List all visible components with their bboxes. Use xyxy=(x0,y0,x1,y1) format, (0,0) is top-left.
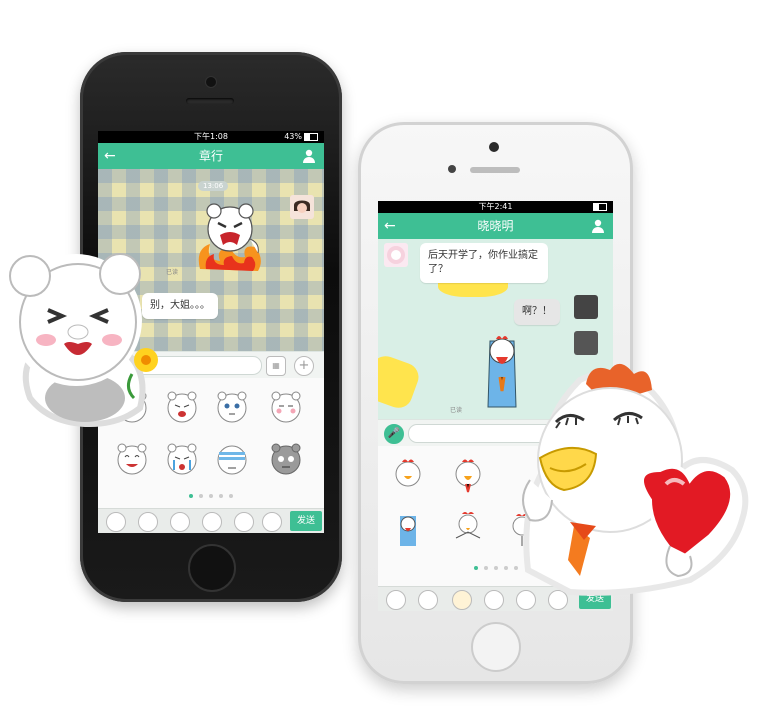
big-bear-sticker xyxy=(9,253,158,428)
status-time: 下午2:41 xyxy=(478,202,513,211)
add-icon[interactable]: + xyxy=(294,356,314,376)
emoji-tab-icon[interactable] xyxy=(106,512,126,532)
battery-icon xyxy=(304,132,318,141)
panda-tab-icon[interactable] xyxy=(484,590,504,610)
status-bar: 下午1:08 43% xyxy=(98,131,324,143)
voice-icon[interactable]: 🎤 xyxy=(384,424,404,444)
front-camera xyxy=(489,142,499,152)
home-button[interactable] xyxy=(188,544,236,592)
user-avatar[interactable] xyxy=(574,331,598,355)
keyboard-icon[interactable]: ▦ xyxy=(266,356,286,376)
rooster-sticker[interactable] xyxy=(448,510,488,550)
nav-bar: ← 章行 xyxy=(98,143,324,169)
status-time: 下午1:08 xyxy=(194,132,228,141)
bear-sticker[interactable] xyxy=(212,438,252,478)
status-bar: 下午2:41 xyxy=(378,201,613,213)
profile-icon[interactable] xyxy=(591,219,605,233)
lemon-decoration xyxy=(378,352,423,412)
front-camera xyxy=(205,76,217,88)
page-indicator xyxy=(98,494,324,498)
chat-title: 晓晓明 xyxy=(477,219,514,233)
message-timestamp: 13:06 xyxy=(198,181,229,191)
angry-bear-sticker xyxy=(198,203,261,271)
emoji-tab-icon[interactable] xyxy=(386,590,406,610)
profile-icon[interactable] xyxy=(302,149,316,163)
earpiece-speaker xyxy=(470,167,520,173)
nav-bar: ← 晓晓明 xyxy=(378,213,613,239)
sticker-tab-icon[interactable] xyxy=(262,512,282,532)
send-button[interactable]: 发送 xyxy=(290,511,322,531)
rooster-sticker[interactable] xyxy=(388,454,428,494)
outgoing-message: 啊？！ xyxy=(514,299,560,325)
user-avatar[interactable] xyxy=(574,295,598,319)
rooster-sticker[interactable] xyxy=(388,510,428,550)
earpiece-speaker xyxy=(186,98,234,104)
back-arrow-icon[interactable]: ← xyxy=(104,143,116,169)
bear-sticker[interactable] xyxy=(266,386,306,426)
bear-sticker[interactable] xyxy=(212,386,252,426)
bear-sticker[interactable] xyxy=(112,438,152,478)
incoming-message: 后天开学了，你作业搞定了？ xyxy=(420,243,548,283)
sticker-tab-icon[interactable] xyxy=(234,512,254,532)
bear-sticker[interactable] xyxy=(266,438,306,478)
rooster-sticker[interactable] xyxy=(448,454,488,494)
chat-title: 章行 xyxy=(198,149,223,163)
home-button[interactable] xyxy=(471,622,521,672)
contact-avatar[interactable] xyxy=(290,195,314,219)
big-rooster-sticker xyxy=(522,363,749,596)
sticker-tab-bar: 发送 xyxy=(98,508,324,533)
battery-percent: 43% xyxy=(284,132,302,141)
rooster-tab-icon[interactable] xyxy=(452,590,472,610)
read-status: 已读 xyxy=(450,407,463,414)
sticker-tab-icon[interactable] xyxy=(170,512,190,532)
battery-icon xyxy=(593,202,607,211)
bear-sticker[interactable] xyxy=(162,438,202,478)
back-arrow-icon[interactable]: ← xyxy=(384,213,396,239)
bear-tab-icon[interactable] xyxy=(138,512,158,532)
contact-avatar[interactable] xyxy=(384,243,408,267)
sensor-dot xyxy=(448,165,456,173)
bear-tab-icon[interactable] xyxy=(418,590,438,610)
panda-tab-icon[interactable] xyxy=(202,512,222,532)
